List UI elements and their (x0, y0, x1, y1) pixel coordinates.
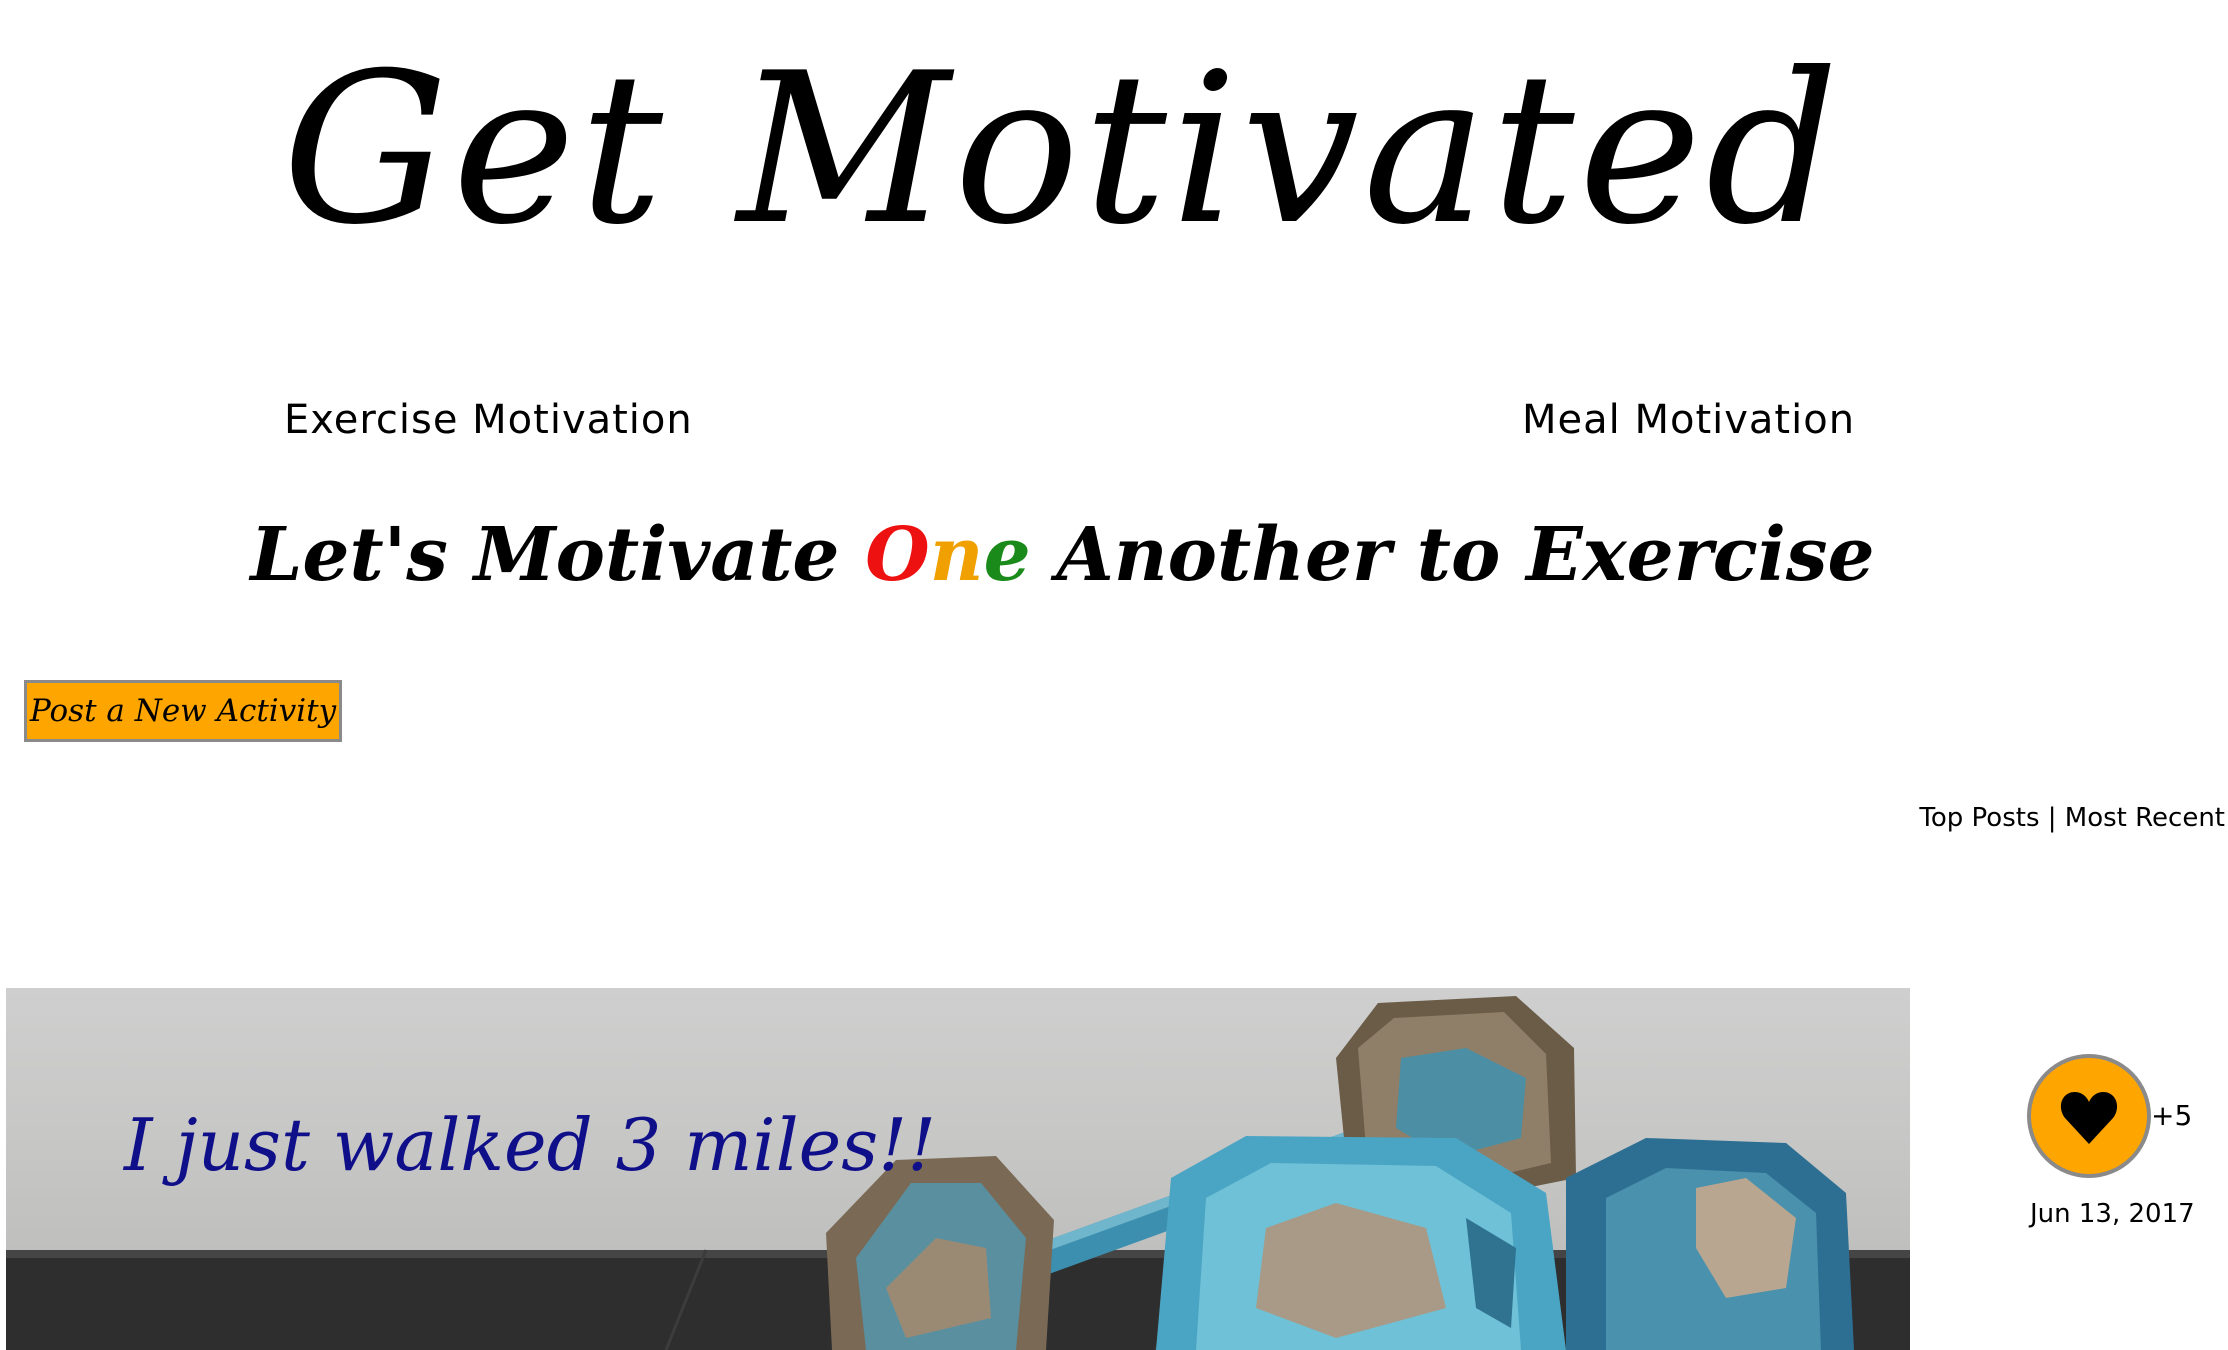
page: Get Motivated Exercise Motivation Meal M… (0, 0, 2228, 1350)
like-count: +5 (2151, 1099, 2193, 1132)
sort-separator: | (2047, 803, 2057, 833)
heart-icon (2060, 1092, 2118, 1144)
like-button[interactable] (2027, 1054, 2151, 1178)
post-new-activity-button[interactable]: Post a New Activity (24, 680, 342, 742)
post-date: Jun 13, 2017 (2030, 1199, 2195, 1229)
sort-links: Top Posts | Most Recent (1919, 800, 2225, 836)
activity-post-card: I just walked 3 miles!! (6, 988, 1910, 1350)
sort-top-posts-link[interactable]: Top Posts (1919, 803, 2039, 833)
site-title: Get Motivated (282, 29, 1843, 271)
tagline-letter-o: O (865, 512, 930, 598)
tagline-letter-e: e (983, 512, 1031, 598)
nav-meal-motivation[interactable]: Meal Motivation (1522, 390, 1855, 450)
tagline-end: Another to Exercise (1030, 512, 1875, 598)
tagline-start: Let's Motivate (250, 512, 866, 598)
tagline: Let's Motivate One Another to Exercise (0, 505, 2125, 605)
post-text: I just walked 3 miles!! (124, 1103, 937, 1187)
sort-most-recent-link[interactable]: Most Recent (2065, 803, 2225, 833)
nav-exercise-motivation[interactable]: Exercise Motivation (284, 390, 693, 450)
tagline-letter-n: n (929, 512, 984, 598)
